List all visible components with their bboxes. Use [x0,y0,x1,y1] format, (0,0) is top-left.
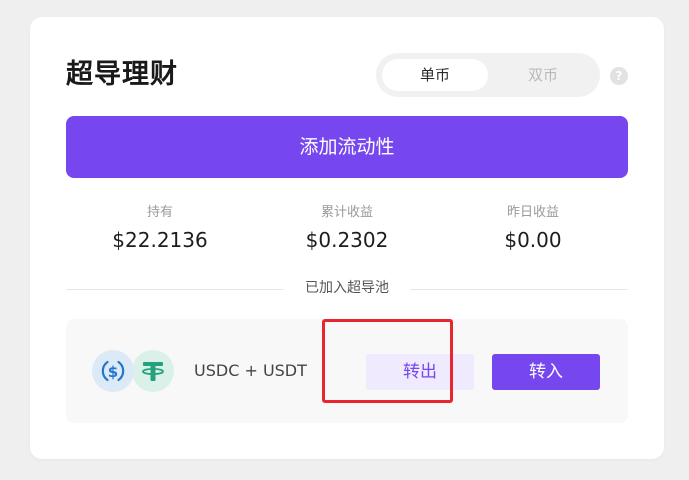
stat-label: 持有 [146,205,173,220]
financial-card: 超导理财 单币 双币 ? 添加流动性 持有 $22.2136 累计收益 $0.2… [30,17,664,459]
section-label: 已加入超导池 [305,280,389,296]
add-liquidity-button[interactable]: 添加流动性 [66,116,628,178]
divider-left [66,289,284,290]
pool-item: $ USDC + USDT 转出 转入 [66,319,628,423]
usdt-coin-icon [132,350,174,392]
stat-holding: 持有 $22.2136 [80,204,240,254]
stat-yesterday-earnings: 昨日收益 $0.00 [453,204,613,254]
stat-value: $0.00 [504,228,562,252]
stat-label: 累计收益 [320,205,373,220]
transfer-in-button[interactable]: 转入 [492,354,600,390]
help-icon[interactable]: ? [610,67,628,85]
stat-value: $0.2302 [305,228,389,252]
transfer-out-button[interactable]: 转出 [366,354,474,390]
stat-value: $22.2136 [112,228,208,252]
tab-single-coin[interactable]: 单币 [382,59,488,91]
page-title: 超导理财 [66,59,178,90]
usdc-coin-icon: $ [92,350,134,392]
currency-mode-toggle: 单币 双币 [376,53,600,97]
stat-total-earnings: 累计收益 $0.2302 [267,204,427,254]
svg-text:$: $ [108,363,118,381]
pool-pair-name: USDC + USDT [194,361,307,380]
divider-right [410,289,628,290]
stat-label: 昨日收益 [506,205,559,220]
tab-dual-coin[interactable]: 双币 [490,59,596,91]
